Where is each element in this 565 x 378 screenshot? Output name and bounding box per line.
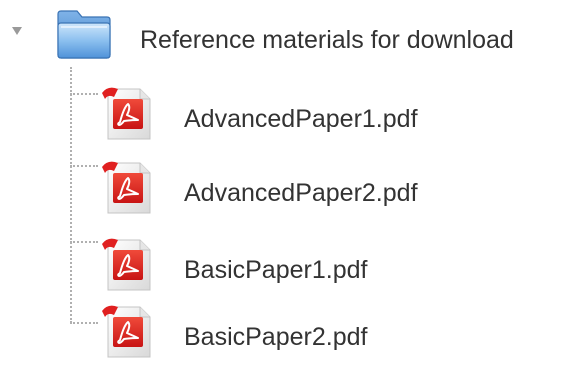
- pdf-icon: [100, 159, 156, 217]
- pdf-icon: [100, 303, 156, 361]
- file-name[interactable]: AdvancedPaper1.pdf: [184, 103, 418, 135]
- file-item-basicpaper2[interactable]: BasicPaper2.pdf: [90, 300, 560, 378]
- folder-row[interactable]: Reference materials for download: [0, 0, 565, 80]
- pdf-icon: [100, 85, 156, 143]
- tree-connector: [70, 67, 72, 323]
- file-name[interactable]: BasicPaper1.pdf: [184, 254, 367, 286]
- file-item-advancedpaper2[interactable]: AdvancedPaper2.pdf: [90, 156, 560, 234]
- file-tree: Reference materials for download Advance…: [0, 0, 565, 360]
- file-item-advancedpaper1[interactable]: AdvancedPaper1.pdf: [90, 82, 560, 160]
- file-name[interactable]: BasicPaper2.pdf: [184, 321, 367, 353]
- triangle-down-icon[interactable]: [11, 26, 23, 36]
- file-name[interactable]: AdvancedPaper2.pdf: [184, 177, 418, 209]
- folder-icon: [57, 10, 111, 59]
- pdf-icon: [100, 236, 156, 294]
- folder-name[interactable]: Reference materials for download: [140, 24, 514, 56]
